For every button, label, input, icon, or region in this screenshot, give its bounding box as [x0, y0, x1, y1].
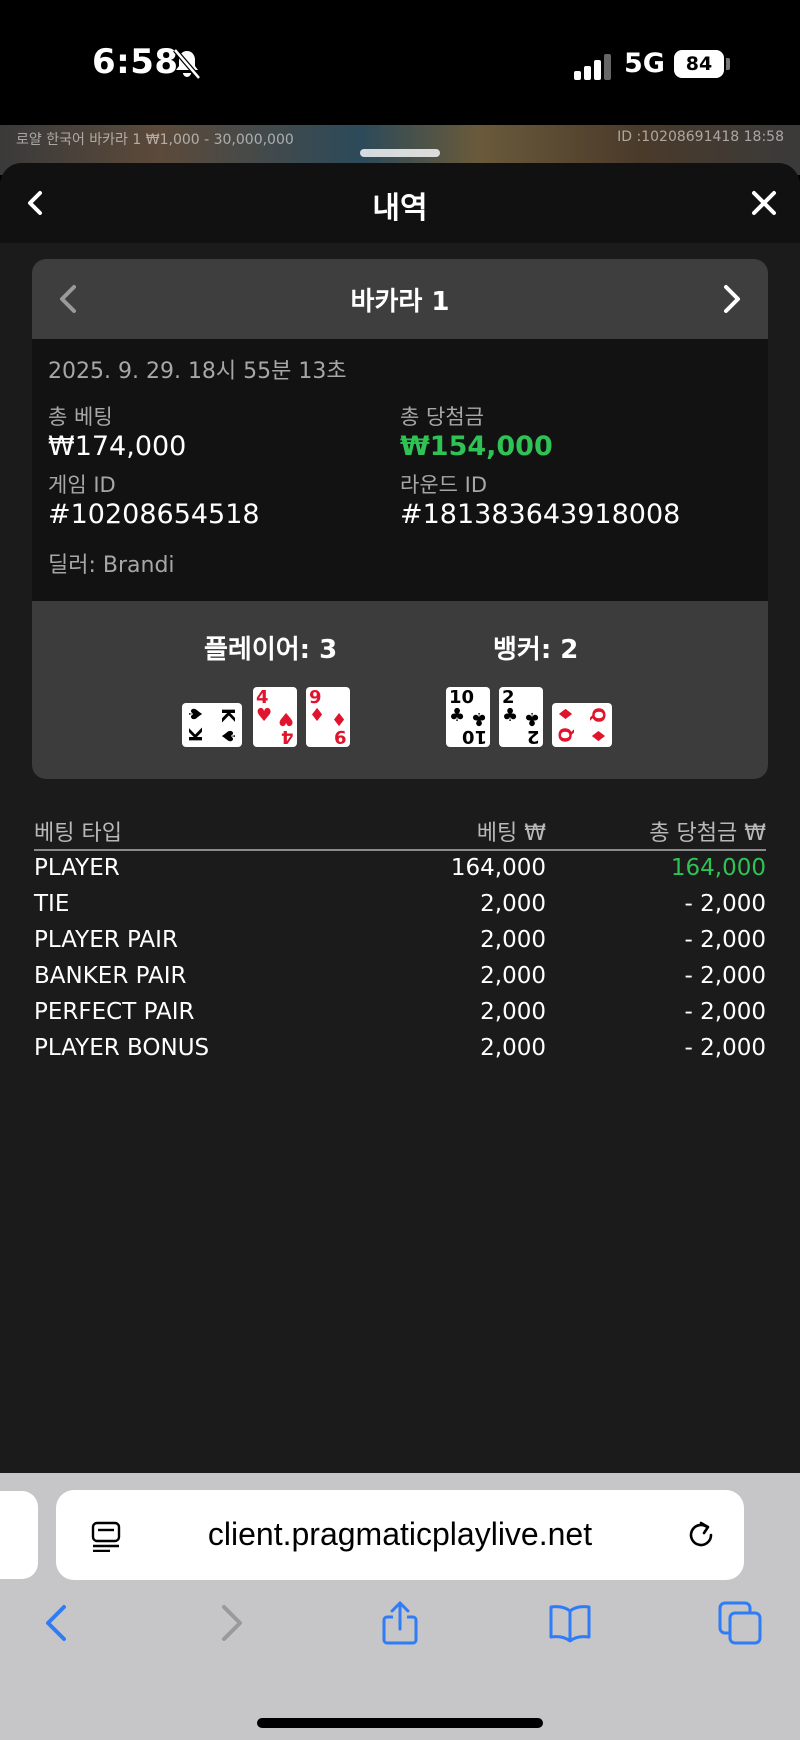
tabs-icon[interactable]: [718, 1601, 762, 1645]
bet-row: BANKER PAIR 2,000 - 2,000: [34, 959, 766, 995]
bet-type-header: 베팅 타입: [34, 821, 122, 846]
player-score: 플레이어: 3: [204, 635, 338, 665]
bet-rows: PLAYER 164,000 164,000 TIE 2,000- 2,000 PLAYE…: [34, 851, 766, 1067]
player-card-3: 9 ♦ 9 ♦: [306, 687, 350, 747]
bet-amount: 2,000: [480, 891, 546, 917]
reload-icon[interactable]: [684, 1518, 718, 1552]
game-id-time: ID :10208691418 18:58: [617, 129, 784, 145]
win-amount: - 2,000: [684, 891, 766, 917]
url-text: client.pragmaticplaylive.net: [207, 1516, 593, 1552]
win-amount: - 2,000: [684, 927, 766, 953]
browser-toolbar: client.pragmaticplaylive.net: [0, 1473, 800, 1740]
bet-type: TIE: [34, 891, 70, 917]
win-amount-header: 총 당첨금 ₩: [649, 821, 766, 846]
address-bar[interactable]: client.pragmaticplaylive.net: [56, 1490, 744, 1580]
share-icon[interactable]: [378, 1601, 422, 1645]
bet-type: PERFECT PAIR: [34, 999, 195, 1025]
game-table-info: 로얄 한국어 바카라 1 ₩1,000 - 30,000,000: [16, 132, 294, 148]
game-name: 바카라 1: [350, 287, 450, 317]
total-bet-value: ₩174,000: [48, 431, 187, 462]
sheet-grabber[interactable]: [360, 149, 440, 157]
bell-muted-icon: [173, 48, 201, 80]
bet-amount-header: 베팅 ₩: [476, 821, 546, 846]
status-bar: 6:58 5G 84: [0, 0, 800, 125]
game-id-label: 게임 ID: [48, 473, 116, 497]
total-bet-label: 총 베팅: [48, 405, 113, 429]
bet-type: PLAYER PAIR: [34, 927, 178, 953]
browser-forward-icon[interactable]: [208, 1601, 252, 1645]
banker-card-2: 2 ♣ 2 ♣: [499, 687, 543, 747]
battery-tip: [726, 58, 730, 70]
home-indicator[interactable]: [257, 1718, 543, 1728]
win-amount: - 2,000: [684, 1035, 766, 1061]
bet-amount: 2,000: [480, 963, 546, 989]
round-id-value: #181383643918008: [400, 499, 681, 530]
total-win-value: ₩154,000: [400, 431, 553, 462]
network-type: 5G: [624, 48, 665, 79]
sheet-title: 내역: [372, 191, 428, 226]
battery-icon: 84: [674, 50, 724, 78]
sheet-header: 내역: [0, 163, 800, 243]
bookmarks-icon[interactable]: [548, 1601, 592, 1645]
bet-type: PLAYER BONUS: [34, 1035, 210, 1061]
banker-card-1: 10 ♣ 10 ♣: [446, 687, 490, 747]
next-round-icon[interactable]: [712, 279, 750, 319]
round-navigator: 바카라 1: [32, 259, 768, 339]
previous-tab-preview[interactable]: [0, 1491, 38, 1579]
browser-back-icon[interactable]: [36, 1601, 80, 1645]
bet-table-header: 베팅 타입 베팅 ₩ 총 당첨금 ₩: [34, 813, 766, 851]
banker-card-3: Q ♦ Q ♦: [552, 703, 612, 747]
history-sheet: 내역 바카라 1 2025. 9. 29. 18시 55분 13초 총 베팅 ₩…: [0, 163, 800, 1473]
round-details: 2025. 9. 29. 18시 55분 13초 총 베팅 ₩174,000 총…: [32, 339, 768, 601]
bet-table: 베팅 타입 베팅 ₩ 총 당첨금 ₩ PLAYER 164,000 164,000 T…: [34, 813, 766, 1067]
bet-amount: 2,000: [480, 927, 546, 953]
bet-amount: 2,000: [480, 999, 546, 1025]
bet-row: PLAYER BONUS 2,000 - 2,000: [34, 1031, 766, 1067]
dealer-name: 딜러: Brandi: [48, 553, 175, 578]
player-card-2: 4 ♥ 4 ♥: [253, 687, 297, 747]
bet-type: BANKER PAIR: [34, 963, 187, 989]
bet-row: PLAYER PAIR 2,000 - 2,000: [34, 923, 766, 959]
round-datetime: 2025. 9. 29. 18시 55분 13초: [48, 359, 347, 384]
bet-row: TIE 2,000 - 2,000: [34, 887, 766, 923]
bet-type: PLAYER: [34, 855, 120, 881]
bet-row: PLAYER 164,000 164,000: [34, 851, 766, 887]
player-card-1: K ♠ K ♠: [182, 703, 242, 747]
status-time: 6:58: [92, 42, 179, 82]
close-icon[interactable]: [746, 185, 782, 221]
bet-amount: 164,000: [450, 855, 546, 881]
round-id-label: 라운드 ID: [400, 473, 487, 497]
hands-panel: 플레이어: 3 뱅커: 2 K ♠ K ♠ 4 ♥ 4 ♥ 9 ♦ 9 ♦ 10 ♣ 10 ♣ 2 ♣ 2 ♣ Q ♦ Q…: [32, 601, 768, 779]
bet-row: PERFECT PAIR 2,000 - 2,000: [34, 995, 766, 1031]
win-amount: - 2,000: [684, 999, 766, 1025]
win-amount: - 2,000: [684, 963, 766, 989]
bet-amount: 2,000: [480, 1035, 546, 1061]
round-detail-card: 바카라 1 2025. 9. 29. 18시 55분 13초 총 베팅 ₩174…: [32, 259, 768, 779]
total-win-label: 총 당첨금: [400, 405, 484, 429]
win-amount: 164,000: [670, 855, 766, 881]
game-id-value: #10208654518: [48, 499, 260, 530]
cellular-signal-icon: [574, 54, 612, 80]
banker-score: 뱅커: 2: [493, 635, 579, 665]
